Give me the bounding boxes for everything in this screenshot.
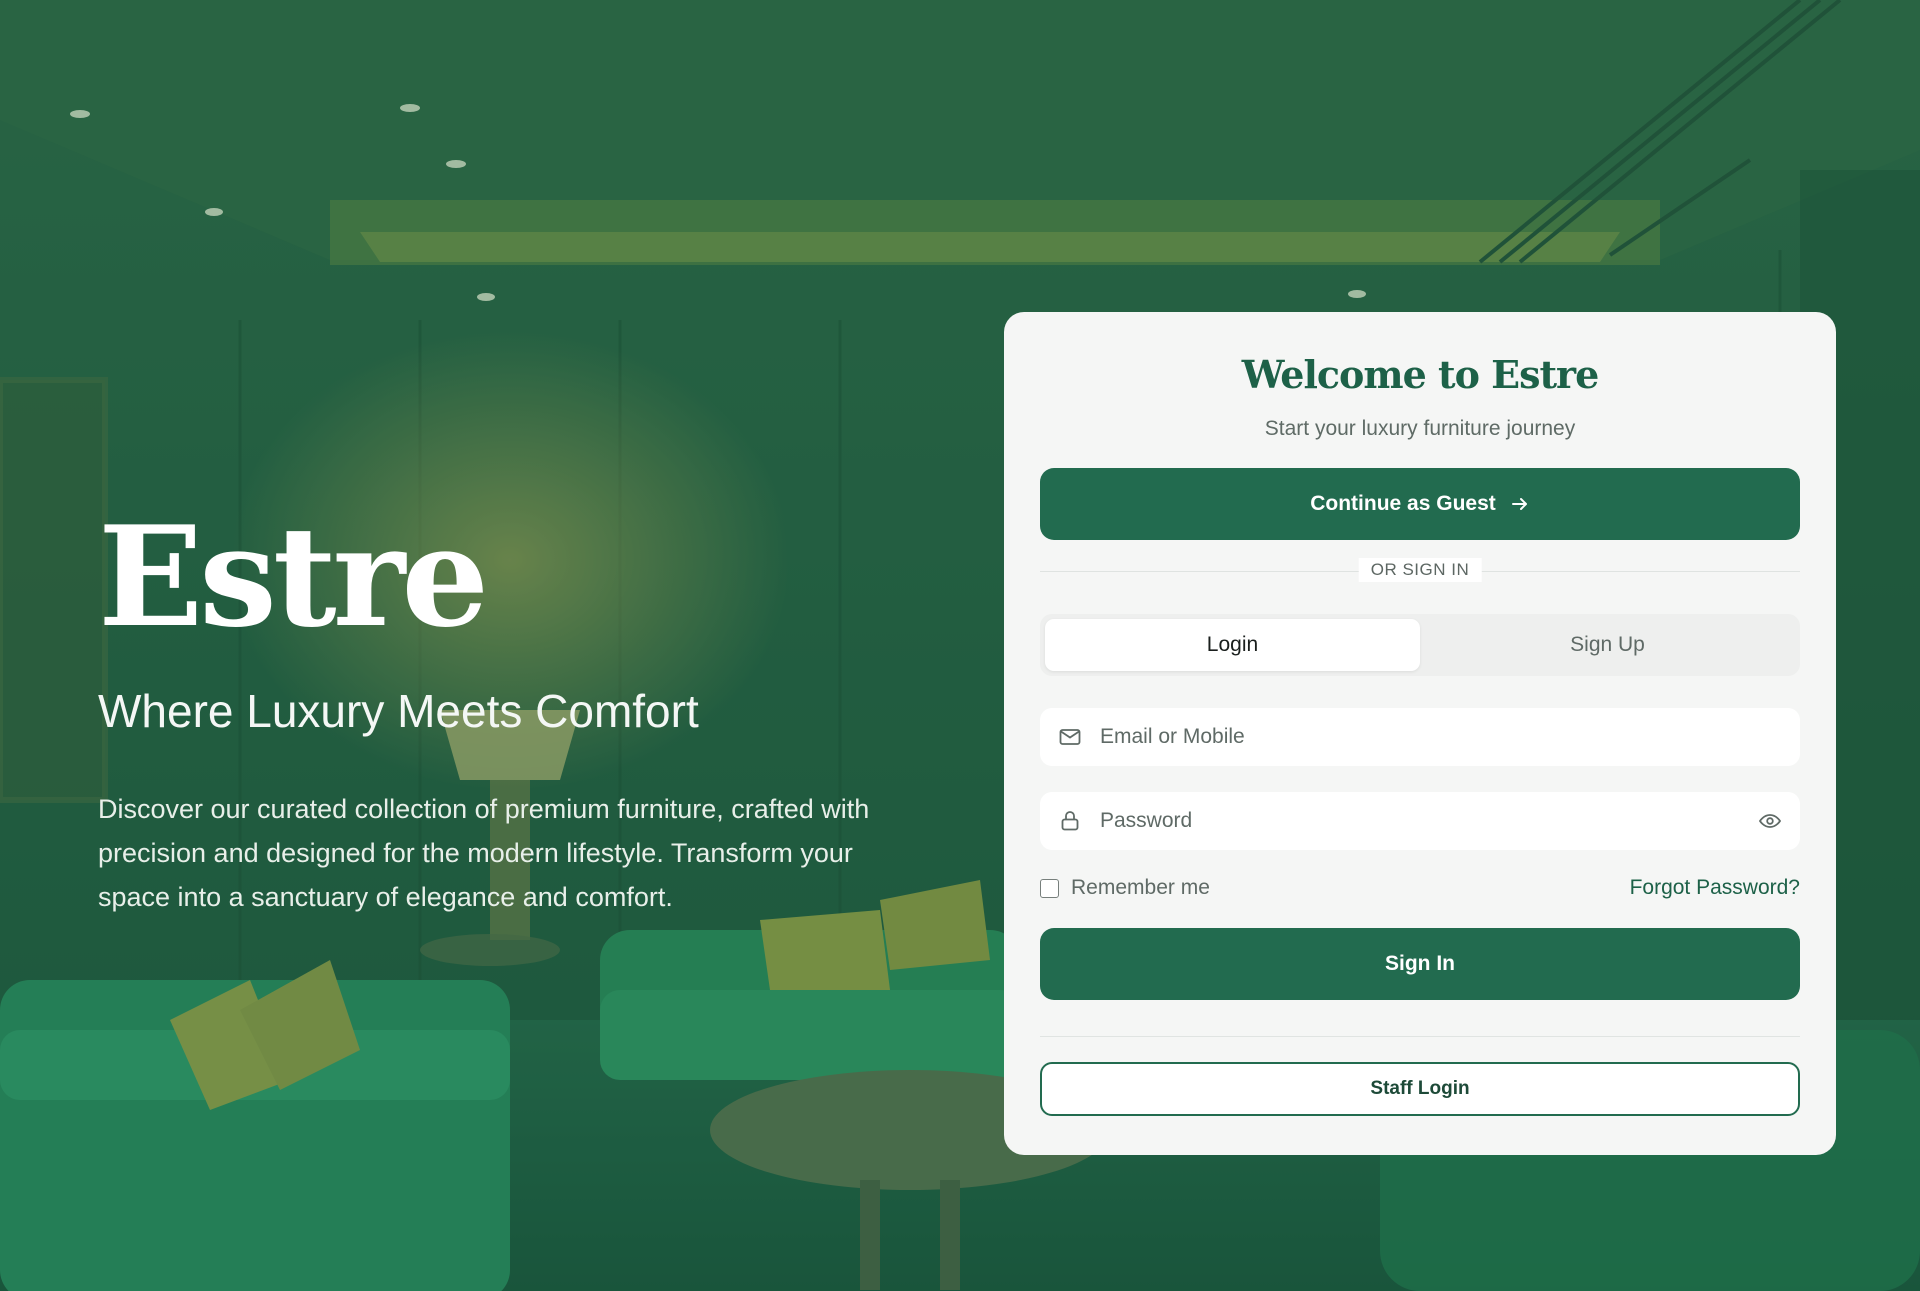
auth-tabs: Login Sign Up [1040, 614, 1800, 676]
card-subtitle: Start your luxury furniture journey [1264, 417, 1576, 440]
arrow-right-icon [1510, 494, 1530, 514]
eye-icon[interactable] [1758, 809, 1782, 833]
brand-logo-text: Estre [98, 495, 489, 658]
divider-label: OR SIGN IN [1358, 558, 1482, 582]
forgot-password-link[interactable]: Forgot Password? [1630, 876, 1800, 900]
password-input[interactable] [1100, 809, 1740, 833]
tab-login[interactable]: Login [1045, 619, 1420, 671]
hero-section: Estre Where Luxury Meets Comfort Discove… [98, 508, 898, 919]
guest-button-label: Continue as Guest [1310, 492, 1496, 515]
separator [1040, 1036, 1800, 1037]
email-input[interactable] [1100, 725, 1782, 749]
tab-sign-up[interactable]: Sign Up [1420, 619, 1795, 671]
remember-me-label: Remember me [1071, 876, 1210, 899]
remember-me[interactable]: Remember me [1040, 876, 1210, 900]
password-field [1040, 792, 1800, 850]
sign-in-button[interactable]: Sign In [1040, 928, 1800, 1000]
divider: OR SIGN IN [1040, 558, 1800, 586]
continue-as-guest-button[interactable]: Continue as Guest [1040, 468, 1800, 540]
lock-icon [1058, 809, 1082, 833]
staff-login-button[interactable]: Staff Login [1040, 1062, 1800, 1116]
brand-tagline: Where Luxury Meets Comfort [98, 685, 699, 737]
brand-description: Discover our curated collection of premi… [98, 794, 870, 913]
remember-me-checkbox[interactable] [1040, 878, 1059, 898]
card-title: Welcome to Estre [1241, 352, 1600, 397]
auth-card: Welcome to Estre Start your luxury furni… [1004, 312, 1836, 1155]
mail-icon [1058, 725, 1082, 749]
login-options-row: Remember me Forgot Password? [1040, 876, 1800, 900]
email-field [1040, 708, 1800, 766]
